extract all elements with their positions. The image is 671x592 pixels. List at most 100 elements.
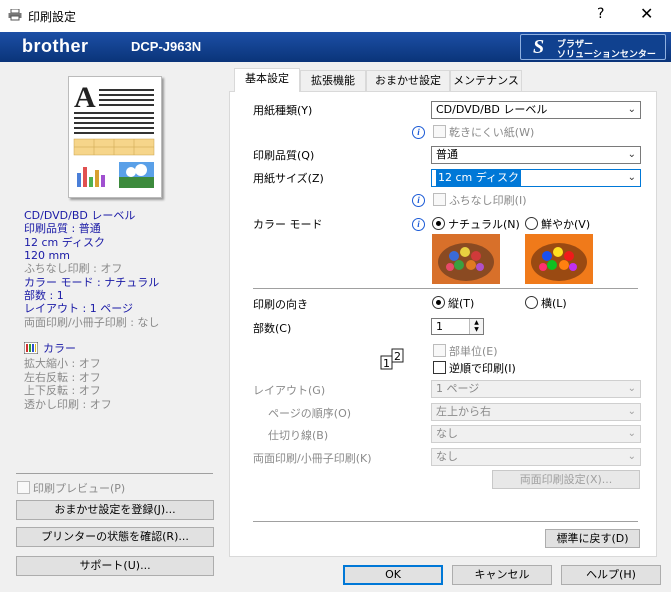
portrait-label: 縦(T) <box>448 297 475 310</box>
border-line-label: 仕切り線(B) <box>268 429 329 442</box>
bottom-divider <box>253 521 638 522</box>
color-natural-radio[interactable] <box>432 217 445 230</box>
summary-color-mode: カラー モード : ナチュラル <box>24 276 160 289</box>
color-natural-label: ナチュラル(N) <box>448 218 520 231</box>
slow-dry-label: 乾きにくい紙(W) <box>449 126 535 139</box>
copies-value: 1 <box>436 320 443 333</box>
summary-layout: レイアウト : 1 ページ <box>24 302 133 315</box>
svg-text:2: 2 <box>394 350 401 363</box>
summary-copies: 部数 : 1 <box>24 289 64 302</box>
solution-logo-icon: S <box>533 36 545 58</box>
portrait-radio[interactable] <box>432 296 445 309</box>
restore-defaults-button[interactable]: 標準に戻す(D) <box>545 529 640 548</box>
brand-banner: brother DCP-J963N S ブラザー ソリューションセンター <box>0 32 671 62</box>
preview-page-icon: A <box>73 81 155 188</box>
reverse-order-checkbox[interactable] <box>433 361 446 374</box>
summary-flip: 上下反転 : オフ <box>24 384 101 397</box>
summary-size-mm: 120 mm <box>24 249 70 262</box>
borderless-checkbox[interactable] <box>433 193 446 206</box>
print-quality-label: 印刷品質(Q) <box>253 149 315 162</box>
copies-stepper[interactable]: 1 ▲ ▼ <box>431 318 484 335</box>
reverse-order-label: 逆順で印刷(I) <box>449 362 516 375</box>
summary-size: 12 cm ディスク <box>24 236 105 249</box>
cancel-button[interactable]: キャンセル <box>452 565 552 585</box>
section-divider <box>253 288 638 289</box>
spin-arrows-icon[interactable]: ▲ ▼ <box>469 319 483 334</box>
print-preview-label: 印刷プレビュー(P) <box>33 482 126 495</box>
support-button[interactable]: サポート(U)... <box>16 556 214 576</box>
printer-status-button[interactable]: プリンターの状態を確認(R)... <box>16 527 214 547</box>
chevron-down-icon: ⌄ <box>627 172 636 183</box>
duplex-settings-button[interactable]: 両面印刷設定(X)... <box>492 470 640 489</box>
color-vivid-radio[interactable] <box>525 217 538 230</box>
tab-presets[interactable]: おまかせ設定 <box>366 70 450 91</box>
color-vivid-label: 鮮やか(V) <box>541 218 591 231</box>
solution-center-button[interactable]: S ブラザー ソリューションセンター <box>520 34 666 60</box>
summary-mirror: 左右反転 : オフ <box>24 371 101 384</box>
paper-size-value: 12 cm ディスク <box>436 170 521 186</box>
chevron-down-icon: ⌄ <box>627 451 636 462</box>
save-preset-button[interactable]: おまかせ設定を登録(J)... <box>16 500 214 520</box>
print-preview-checkbox[interactable] <box>17 481 30 494</box>
print-preview-thumbnail: A <box>68 76 162 198</box>
print-quality-value: 普通 <box>436 148 458 161</box>
duplex-select[interactable]: なし ⌄ <box>431 448 641 466</box>
copies-label: 部数(C) <box>253 322 292 335</box>
tab-maintenance[interactable]: メンテナンス <box>450 70 522 91</box>
left-divider <box>16 473 213 474</box>
summary-media: CD/DVD/BD レーベル <box>24 209 136 222</box>
tab-basic[interactable]: 基本設定 <box>234 68 300 92</box>
layout-select[interactable]: 1 ページ ⌄ <box>431 380 641 398</box>
duplex-label: 両面印刷/小冊子印刷(K) <box>253 452 372 465</box>
landscape-radio[interactable] <box>525 296 538 309</box>
summary-quality: 印刷品質 : 普通 <box>24 222 101 235</box>
info-icon[interactable]: i <box>412 218 425 231</box>
color-icon <box>24 342 38 354</box>
duplex-value: なし <box>436 450 458 463</box>
chevron-down-icon: ⌄ <box>627 428 636 439</box>
solution-label-line2: ソリューションセンター <box>557 50 656 60</box>
tab-advanced[interactable]: 拡張機能 <box>300 70 366 91</box>
vivid-sample-image <box>525 234 593 284</box>
border-line-value: なし <box>436 427 458 440</box>
print-quality-select[interactable]: 普通 ⌄ <box>431 146 641 164</box>
close-icon[interactable]: ✕ <box>640 4 653 23</box>
paper-size-label: 用紙サイズ(Z) <box>253 172 324 185</box>
help-icon[interactable]: ? <box>597 6 604 22</box>
summary-scale: 拡大縮小 : オフ <box>24 357 101 370</box>
landscape-label: 横(L) <box>541 297 567 310</box>
slow-dry-checkbox[interactable] <box>433 125 446 138</box>
ok-button[interactable]: OK <box>343 565 443 585</box>
info-icon[interactable]: i <box>412 194 425 207</box>
help-button[interactable]: ヘルプ(H) <box>561 565 661 585</box>
page-order-select[interactable]: 左上から右 ⌄ <box>431 403 641 421</box>
collate-label: 部単位(E) <box>449 345 498 358</box>
svg-text:A: A <box>74 81 96 114</box>
natural-sample-image <box>432 234 500 284</box>
chevron-down-icon: ⌄ <box>627 406 636 417</box>
printer-icon <box>8 9 22 21</box>
printer-model: DCP-J963N <box>131 39 202 54</box>
collate-pages-icon: 1 2 <box>380 348 404 370</box>
page-order-label: ページの順序(O) <box>268 407 352 420</box>
media-type-select[interactable]: CD/DVD/BD レーベル ⌄ <box>431 101 641 119</box>
collate-checkbox[interactable] <box>433 344 446 357</box>
svg-text:1: 1 <box>383 357 390 370</box>
borderless-label: ふちなし印刷(I) <box>449 194 527 207</box>
media-type-value: CD/DVD/BD レーベル <box>436 103 548 116</box>
border-line-select[interactable]: なし ⌄ <box>431 425 641 443</box>
orientation-label: 印刷の向き <box>253 298 308 311</box>
layout-label: レイアウト(G) <box>253 384 326 397</box>
media-type-label: 用紙種類(Y) <box>253 104 313 117</box>
summary-duplex: 両面印刷/小冊子印刷 : なし <box>24 316 160 329</box>
info-icon[interactable]: i <box>412 126 425 139</box>
summary-watermark: 透かし印刷 : オフ <box>24 398 112 411</box>
page-order-value: 左上から右 <box>436 405 491 418</box>
brand-logo: brother <box>22 36 89 56</box>
title-bar: 印刷設定 ? ✕ <box>0 0 671 32</box>
window-title: 印刷設定 <box>28 10 77 24</box>
chevron-down-icon: ⌄ <box>627 383 636 394</box>
paper-size-select[interactable]: 12 cm ディスク ⌄ <box>431 169 641 187</box>
color-mode-label: カラー モード <box>253 218 323 231</box>
layout-value: 1 ページ <box>436 382 480 395</box>
